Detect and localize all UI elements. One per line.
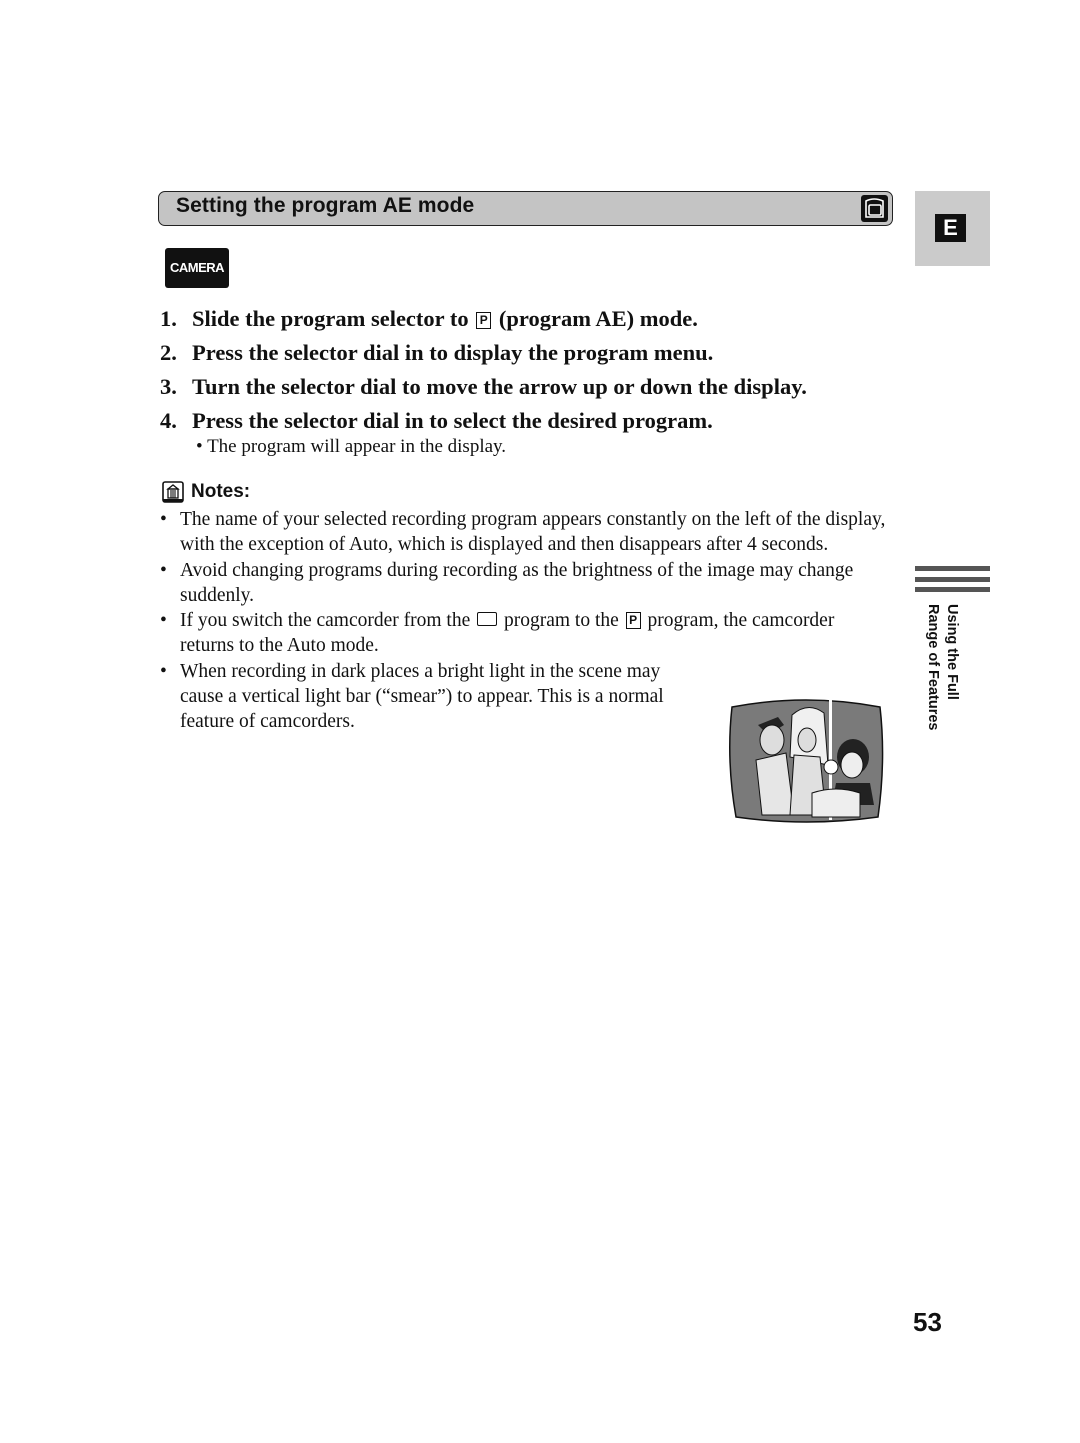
section-header: Setting the program AE mode (158, 191, 893, 226)
language-letter: E (935, 214, 966, 242)
camcorder-icon (861, 195, 888, 222)
notes-icon (162, 481, 184, 503)
chapter-marker (915, 566, 990, 598)
smear-illustration (729, 699, 884, 823)
step-3: 3. Turn the selector dial to move the ar… (160, 374, 807, 399)
page-number: 53 (913, 1307, 942, 1337)
step-1: 1. Slide the program selector to P (prog… (160, 306, 698, 331)
auto-mode-icon (477, 612, 498, 627)
step-2: 2. Press the selector dial in to display… (160, 340, 714, 365)
section-title: Setting the program AE mode (176, 194, 475, 217)
notes-label: Notes: (191, 481, 251, 502)
steps-list: 1. Slide the program selector to P (prog… (160, 302, 890, 460)
note-item: • Avoid changing programs during recordi… (160, 559, 854, 606)
notes-heading: Notes: (162, 481, 250, 503)
program-ae-icon: P (476, 312, 492, 329)
language-tab: E (915, 191, 990, 266)
note-item: • The name of your selected recording pr… (160, 509, 886, 556)
program-ae-icon: P (625, 612, 641, 630)
chapter-marker-line (915, 587, 990, 592)
note-item: • If you switch the camcorder from the p… (160, 610, 835, 657)
chapter-marker-line (915, 566, 990, 571)
step-4: 4. Press the selector dial in to select … (160, 408, 713, 433)
chapter-label: Using the Full Range of Features (925, 604, 960, 731)
chapter-marker-line (915, 576, 990, 582)
camera-mode-badge: CAMERA (165, 248, 229, 288)
